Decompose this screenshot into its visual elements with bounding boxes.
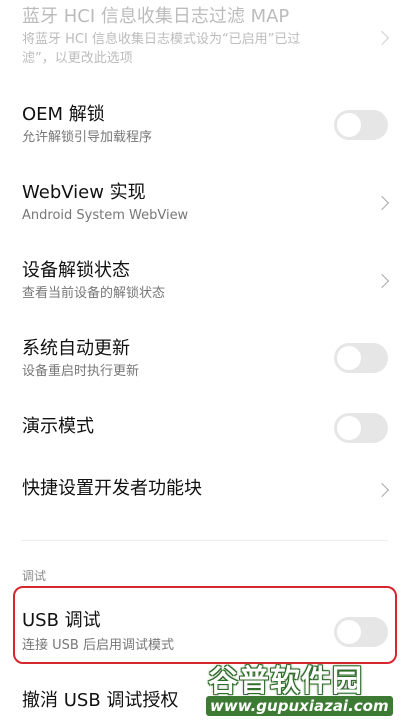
webview-impl-title: WebView 实现 [22, 182, 146, 203]
usb-debugging-title: USB 调试 [22, 610, 101, 631]
bt-hci-filter-item: 蓝牙 HCI 信息收集日志过滤 MAP 将蓝牙 HCI 信息收集日志模式设为“已… [0, 0, 405, 80]
oem-unlock-subtitle: 允许解锁引导加载程序 [22, 130, 153, 145]
webview-impl-subtitle: Android System WebView [22, 208, 189, 223]
device-unlock-status-title: 设备解锁状态 [22, 260, 130, 281]
webview-impl-item[interactable]: WebView 实现 Android System WebView [0, 170, 405, 240]
toggle-knob [337, 620, 361, 644]
toggle-knob [337, 346, 361, 370]
debug-section-header: 调试 [22, 569, 47, 583]
chevron-right-icon [374, 273, 390, 289]
demo-mode-toggle[interactable] [334, 413, 388, 443]
quick-settings-tiles-title: 快捷设置开发者功能块 [22, 478, 202, 499]
system-auto-update-toggle[interactable] [334, 343, 388, 373]
chevron-right-icon [374, 482, 390, 498]
device-unlock-status-item[interactable]: 设备解锁状态 查看当前设备的解锁状态 [0, 248, 405, 318]
usb-debugging-toggle[interactable] [334, 617, 388, 647]
device-unlock-status-subtitle: 查看当前设备的解锁状态 [22, 286, 166, 301]
watermark-url: www.gupuxiazai.com [206, 696, 393, 716]
revoke-usb-auth-title: 撤消 USB 调试授权 [22, 690, 179, 711]
demo-mode-item[interactable]: 演示模式 [0, 404, 405, 454]
demo-mode-title: 演示模式 [22, 416, 94, 437]
section-divider [22, 540, 388, 541]
system-auto-update-item[interactable]: 系统自动更新 设备重启时执行更新 [0, 326, 405, 396]
watermark-brand: 谷普软件园 [208, 664, 363, 699]
watermark-logo: 谷普软件园 www.gupuxiazai.com [202, 656, 405, 720]
oem-unlock-item[interactable]: OEM 解锁 允许解锁引导加载程序 [0, 92, 405, 162]
chevron-right-icon [374, 195, 390, 211]
bt-hci-filter-subtitle-line1: 将蓝牙 HCI 信息收集日志模式设为“已启用”已过 [22, 32, 301, 47]
toggle-knob [337, 416, 361, 440]
usb-debugging-subtitle: 连接 USB 后启用调试模式 [22, 638, 174, 653]
chevron-right-icon [374, 30, 390, 46]
usb-debugging-item[interactable]: USB 调试 连接 USB 后启用调试模式 [0, 598, 405, 660]
bt-hci-filter-subtitle-line2: 滤”，以更改此选项 [22, 51, 133, 66]
oem-unlock-toggle[interactable] [334, 110, 388, 140]
oem-unlock-title: OEM 解锁 [22, 104, 105, 125]
bt-hci-filter-title: 蓝牙 HCI 信息收集日志过滤 MAP [22, 6, 290, 27]
toggle-knob [337, 113, 361, 137]
system-auto-update-subtitle: 设备重启时执行更新 [22, 364, 140, 379]
quick-settings-tiles-item[interactable]: 快捷设置开发者功能块 [0, 466, 405, 516]
system-auto-update-title: 系统自动更新 [22, 338, 130, 359]
